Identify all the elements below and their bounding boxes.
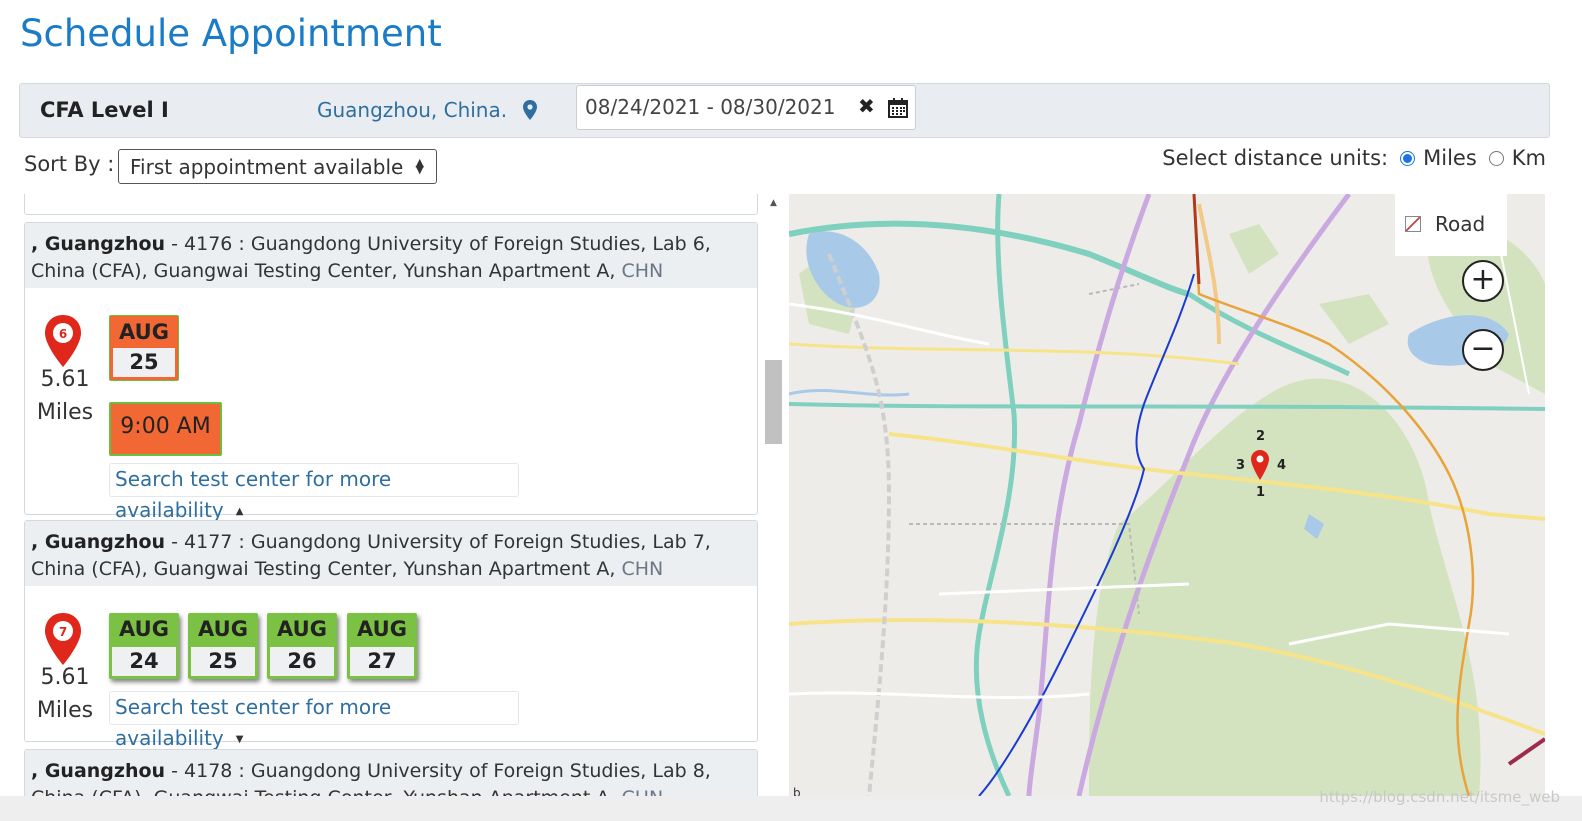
distance-value: 5.61 <box>40 665 90 690</box>
date-day: 26 <box>270 647 334 676</box>
up-down-caret-icon: ▲ ▼ <box>415 156 424 176</box>
units-option-miles[interactable]: Miles <box>1400 146 1477 170</box>
distance: 5.61 Miles <box>25 661 105 727</box>
road-style-icon <box>1405 216 1421 232</box>
location-label: Guangzhou, China. <box>317 98 508 122</box>
results-scrollbar[interactable]: ▲ <box>765 194 782 796</box>
test-center-country: CHN <box>621 787 663 796</box>
test-center-city: , Guangzhou <box>31 760 166 782</box>
calendar-icon[interactable] <box>888 98 908 118</box>
date-month: AUG <box>198 617 248 641</box>
test-center-country: CHN <box>621 558 664 580</box>
filter-bar: CFA Level I Guangzhou, China. 08/24/2021… <box>19 83 1550 138</box>
map-tiles <box>789 194 1545 796</box>
test-center-name: - 4178 : Guangdong University of Foreign… <box>165 760 711 782</box>
zoom-out-button[interactable]: − <box>1462 329 1504 371</box>
test-center-card: , Guangzhou - 4178 : Guangdong Universit… <box>24 749 758 796</box>
map[interactable]: 2 3 4 1 Road + − b <box>789 194 1545 796</box>
date-month: AUG <box>357 617 407 641</box>
test-center-country: CHN <box>621 260 664 282</box>
test-center-header: , Guangzhou - 4177 : Guangdong Universit… <box>25 521 757 586</box>
exam-name: CFA Level I <box>40 98 169 122</box>
more-availability-link[interactable]: Search test center for more availability… <box>109 463 519 522</box>
sort-select[interactable]: First appointment available ▲ ▼ <box>118 149 437 184</box>
miles-label: Miles <box>1423 146 1477 170</box>
date-tile-available[interactable]: AUG 25 <box>188 613 258 679</box>
cluster-label: 2 <box>1256 429 1266 444</box>
distance-units: Select distance units: Miles Km <box>1162 146 1546 170</box>
sort-label: Sort By : <box>24 152 115 176</box>
map-style-label: Road <box>1435 212 1486 236</box>
more-availability-label: Search test center for more availability <box>115 695 392 750</box>
previous-card-bottom <box>24 194 758 215</box>
results-list: , Guangzhou - 4176 : Guangdong Universit… <box>24 194 759 796</box>
test-center-card: , Guangzhou - 4177 : Guangdong Universit… <box>24 520 758 750</box>
map-style-toggle[interactable]: Road <box>1395 194 1507 256</box>
test-center-name: - 4176 : Guangdong University of Foreign… <box>165 233 711 255</box>
scrollbar-thumb[interactable] <box>765 360 782 444</box>
map-marker-icon: 7 <box>43 611 83 667</box>
test-center-name: - 4177 : Guangdong University of Foreign… <box>165 531 711 553</box>
cluster-label: 4 <box>1277 458 1287 473</box>
date-range-input[interactable]: 08/24/2021 - 08/30/2021 ✖ <box>576 85 916 130</box>
test-center-address: China (CFA), Guangwai Testing Center, Yu… <box>31 787 621 796</box>
test-center-address: China (CFA), Guangwai Testing Center, Yu… <box>31 558 622 580</box>
marker-number: 7 <box>58 625 68 639</box>
scroll-up-arrow-icon[interactable]: ▲ <box>765 198 782 208</box>
test-center-address: China (CFA), Guangwai Testing Center, Yu… <box>31 260 622 282</box>
date-range-value: 08/24/2021 - 08/30/2021 <box>585 95 836 119</box>
units-label: Select distance units: <box>1162 146 1389 170</box>
distance-unit: Miles <box>36 400 94 425</box>
date-tile-selected[interactable]: AUG 25 <box>109 315 179 381</box>
caret-down-icon: ▼ <box>235 734 244 745</box>
date-tile-available[interactable]: AUG 27 <box>347 613 417 679</box>
km-label: Km <box>1511 146 1546 170</box>
more-availability-label: Search test center for more availability <box>115 467 392 522</box>
date-tile-available[interactable]: AUG 24 <box>109 613 179 679</box>
test-center-city: , Guangzhou <box>31 233 166 255</box>
cluster-label: 3 <box>1236 458 1246 473</box>
date-day: 25 <box>113 348 175 377</box>
watermark: https://blog.csdn.net/itsme_web <box>1319 788 1560 806</box>
date-day: 24 <box>112 647 176 676</box>
distance-value: 5.61 <box>40 367 90 392</box>
close-icon[interactable]: ✖ <box>858 94 875 118</box>
date-tile-available[interactable]: AUG 26 <box>267 613 337 679</box>
sort-selected-value: First appointment available <box>130 155 404 179</box>
miles-radio[interactable] <box>1400 150 1416 166</box>
km-radio[interactable] <box>1488 150 1504 166</box>
map-provider-logo: b <box>793 786 801 796</box>
map-marker-icon: 6 <box>43 313 83 369</box>
date-day: 25 <box>191 647 255 676</box>
map-pin-icon <box>523 100 538 120</box>
date-month: AUG <box>277 617 327 641</box>
test-center-header: , Guangzhou - 4178 : Guangdong Universit… <box>25 750 757 796</box>
zoom-in-button[interactable]: + <box>1462 260 1504 302</box>
time-slot-button[interactable]: 9:00 AM <box>109 402 222 456</box>
cluster-label: 1 <box>1256 485 1266 500</box>
more-availability-link[interactable]: Search test center for more availability… <box>109 691 519 750</box>
marker-number: 6 <box>58 327 68 341</box>
test-center-header: , Guangzhou - 4176 : Guangdong Universit… <box>25 223 757 288</box>
caret-up-icon: ▲ <box>235 506 244 517</box>
date-day: 27 <box>350 647 414 676</box>
date-month: AUG <box>119 617 169 641</box>
distance-unit: Miles <box>36 698 94 723</box>
units-option-km[interactable]: Km <box>1488 146 1546 170</box>
page-title: Schedule Appointment <box>20 12 442 55</box>
location-filter[interactable]: Guangzhou, China. <box>317 98 538 122</box>
test-center-card: , Guangzhou - 4176 : Guangdong Universit… <box>24 222 758 522</box>
test-center-city: , Guangzhou <box>31 531 166 553</box>
distance: 5.61 Miles <box>25 363 105 429</box>
date-month: AUG <box>119 320 169 344</box>
